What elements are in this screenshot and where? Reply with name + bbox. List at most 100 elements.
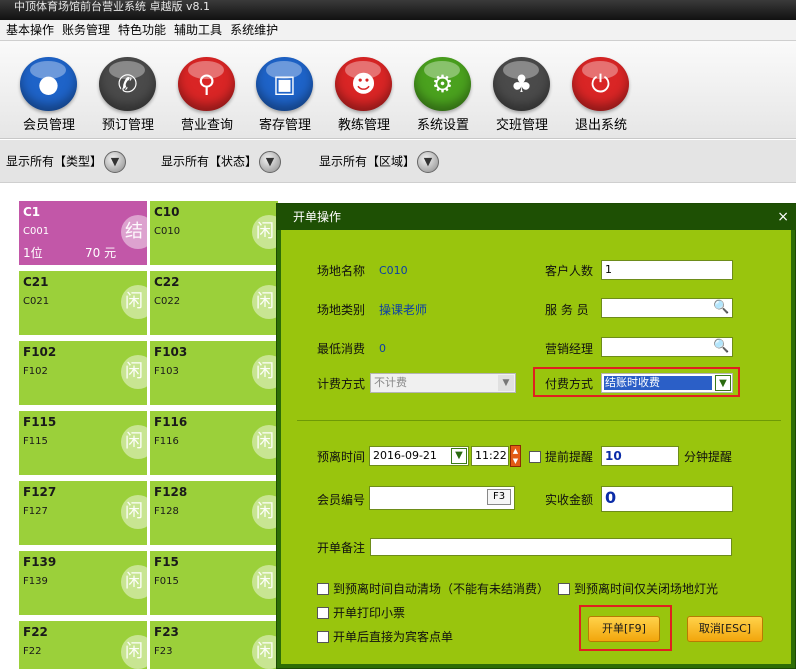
note-input[interactable] <box>370 538 732 556</box>
spin-down-icon[interactable]: ▼ <box>513 457 518 465</box>
venue-tile[interactable]: F22 F22 闲 <box>19 621 147 669</box>
leave-time-input[interactable]: 11:22 <box>471 446 509 466</box>
payment-method-label: 付费方式 <box>545 377 594 391</box>
chevron-down-icon: ▼ <box>498 375 514 391</box>
venue-name: F102 <box>23 345 57 359</box>
amount-label: 实收金额 <box>545 493 594 507</box>
venue-tile[interactable]: F23 F23 闲 <box>150 621 278 669</box>
area-filter-label: 显示所有【区域】 <box>319 154 416 169</box>
venue-tile[interactable]: C10 C010 闲 <box>150 201 278 265</box>
toolbar-label: 系统设置 <box>416 118 469 133</box>
remind-checkbox[interactable] <box>529 451 541 463</box>
chevron-down-icon[interactable]: ▼ <box>417 151 440 173</box>
dialog-title: 开单操作 <box>293 210 342 224</box>
shopping-bag-icon: ▣ <box>256 57 313 111</box>
menu-tools[interactable]: 辅助工具 <box>170 20 226 40</box>
venue-tile[interactable]: F115 F115 闲 <box>19 411 147 475</box>
remind-minutes-input[interactable]: 10 <box>601 446 679 466</box>
chevron-down-icon[interactable]: ▼ <box>104 151 127 173</box>
menu-features[interactable]: 特色功能 <box>114 20 170 40</box>
lights-off-label: 到预离时间仅关闭场地灯光 <box>574 582 719 596</box>
venue-name: F116 <box>154 415 188 429</box>
venue-tile[interactable]: C1 C001 1位 70 元 结 <box>19 201 147 265</box>
filter-bar: 显示所有【类型】 ▼ 显示所有【状态】 ▼ 显示所有【区域】 ▼ <box>0 140 796 183</box>
menu-maintenance[interactable]: 系统维护 <box>226 20 282 40</box>
venue-name: F139 <box>23 555 57 569</box>
venue-name: F23 <box>154 625 179 639</box>
cancel-button[interactable]: 取消[ESC] <box>687 616 763 642</box>
chevron-down-icon[interactable]: ▼ <box>715 375 731 391</box>
venue-tile[interactable]: F139 F139 闲 <box>19 551 147 615</box>
member-no-input[interactable]: F3 <box>369 486 515 510</box>
chevron-down-icon[interactable]: ▼ <box>451 448 467 464</box>
window-title: 中顶体育场馆前台营业系统 卓越版 v8.1 <box>14 0 210 13</box>
close-icon[interactable]: × <box>777 205 789 229</box>
menu-accounting[interactable]: 账务管理 <box>58 20 114 40</box>
magnifier-icon: ⚲ <box>178 57 235 111</box>
member-lookup-key[interactable]: F3 <box>487 489 511 505</box>
search-icon[interactable]: 🔍 <box>713 339 729 355</box>
payment-method-select[interactable]: 结账时收费 ▼ <box>601 373 733 393</box>
sales-manager-label: 营销经理 <box>545 342 594 356</box>
venue-tile[interactable]: F127 F127 闲 <box>19 481 147 545</box>
venue-code: F115 <box>23 436 48 447</box>
area-filter[interactable]: 显示所有【区域】 ▼ <box>319 151 440 173</box>
coach-icon: ☻ <box>335 57 392 111</box>
venue-code: F102 <box>23 366 48 377</box>
venue-code: C010 <box>154 226 181 237</box>
status-filter[interactable]: 显示所有【状态】 ▼ <box>161 151 282 173</box>
status-watermark-icon: 闲 <box>121 495 147 529</box>
power-icon: ⏻ <box>572 57 629 111</box>
customer-count-input[interactable]: 1 <box>601 260 733 280</box>
time-spinner[interactable]: ▲ ▼ <box>510 445 521 467</box>
open-order-button[interactable]: 开单[F9] <box>588 616 660 642</box>
venue-tile[interactable]: C22 C022 闲 <box>150 271 278 335</box>
chevron-down-icon[interactable]: ▼ <box>259 151 282 173</box>
waiter-label: 服 务 员 <box>545 303 589 317</box>
dialog-title-bar: 开单操作 × <box>277 204 796 230</box>
waiter-input[interactable]: 🔍 <box>601 298 733 318</box>
remind-label: 提前提醒 <box>545 450 594 464</box>
person-icon: ● <box>20 57 77 111</box>
print-receipt-label: 开单打印小票 <box>333 606 406 620</box>
amount-input[interactable]: 0 <box>601 486 733 512</box>
leave-date-picker[interactable]: 2016-09-21 ▼ <box>369 446 469 466</box>
status-filter-label: 显示所有【状态】 <box>161 154 258 169</box>
venue-name: F103 <box>154 345 188 359</box>
billing-method-select[interactable]: 不计费 ▼ <box>370 373 516 393</box>
venue-tile[interactable]: F128 F128 闲 <box>150 481 278 545</box>
venue-type-value: 操课老师 <box>379 303 428 317</box>
venue-name: C1 <box>23 205 41 219</box>
menu-basic-ops[interactable]: 基本操作 <box>0 20 58 40</box>
billing-method-value: 不计费 <box>374 376 407 389</box>
venue-tile[interactable]: F116 F116 闲 <box>150 411 278 475</box>
sales-manager-input[interactable]: 🔍 <box>601 337 733 357</box>
type-filter[interactable]: 显示所有【类型】 ▼ <box>6 151 127 173</box>
toolbar-label: 寄存管理 <box>258 118 311 133</box>
toolbar-label: 会员管理 <box>22 118 75 133</box>
venue-tile[interactable]: C21 C021 闲 <box>19 271 147 335</box>
note-label: 开单备注 <box>317 541 366 555</box>
venue-name: F127 <box>23 485 57 499</box>
toolbar-label: 交班管理 <box>495 118 548 133</box>
lights-off-checkbox[interactable] <box>558 583 570 595</box>
status-watermark-icon: 闲 <box>252 425 278 459</box>
leave-date-value: 2016-09-21 <box>373 449 437 462</box>
venue-tile[interactable]: F102 F102 闲 <box>19 341 147 405</box>
spin-up-icon[interactable]: ▲ <box>513 447 518 455</box>
venue-name: C21 <box>23 275 49 289</box>
status-watermark-icon: 闲 <box>252 355 278 389</box>
venue-code: F139 <box>23 576 48 587</box>
venue-code: C021 <box>23 296 50 307</box>
print-receipt-checkbox[interactable] <box>317 607 329 619</box>
venue-tile[interactable]: F15 F015 闲 <box>150 551 278 615</box>
open-order-dialog: 开单操作 × 场地名称 C010 场地类别 操课老师 最低消费 0 计费方式 不… <box>276 203 796 669</box>
venue-people: 1位 <box>23 246 43 260</box>
venue-tile[interactable]: F103 F103 闲 <box>150 341 278 405</box>
auto-clear-checkbox[interactable] <box>317 583 329 595</box>
guest-order-checkbox[interactable] <box>317 631 329 643</box>
venue-type-label: 场地类别 <box>317 303 366 317</box>
status-watermark-icon: 闲 <box>252 215 278 249</box>
search-icon[interactable]: 🔍 <box>713 300 729 316</box>
menu-bar: 基本操作 账务管理 特色功能 辅助工具 系统维护 <box>0 20 796 41</box>
